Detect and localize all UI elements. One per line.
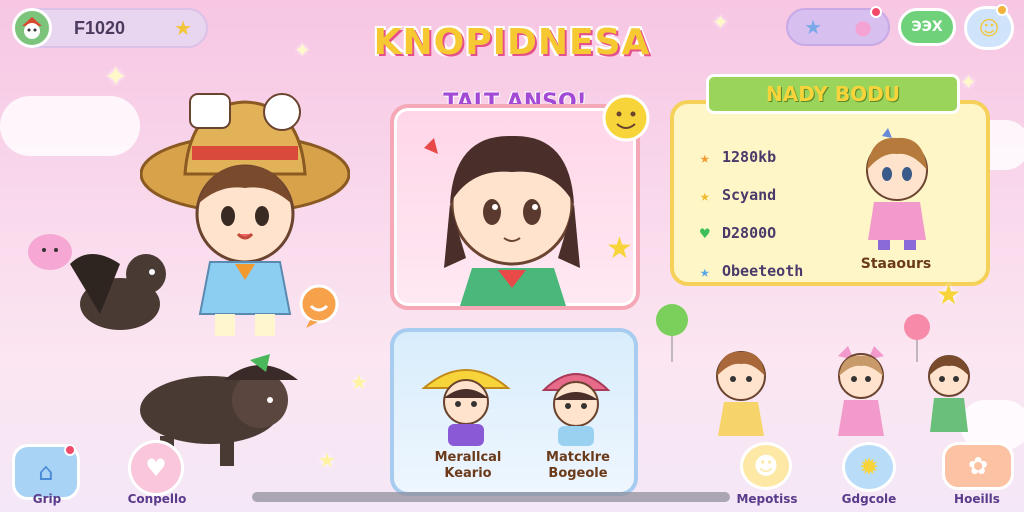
home-icon: ⌂ [38, 458, 54, 486]
bag-icon: ♥ [145, 454, 167, 482]
emoji-balloon-icon [600, 94, 652, 154]
outfit-option-2[interactable] [530, 350, 622, 446]
stat-row: ★ Scyand [700, 176, 803, 214]
side-character-2[interactable] [826, 346, 896, 442]
stat-value: Scyand [722, 186, 777, 204]
star-icon: ★ [700, 185, 710, 205]
bottom-nav-label: Mepotiss [736, 492, 798, 506]
pink-pet[interactable] [26, 230, 74, 272]
bottom-nav-gdgcole[interactable]: ✹ [842, 442, 896, 492]
bottom-nav-label: Grip [32, 492, 62, 506]
notification-badge [64, 444, 76, 456]
outfit-option-1-label: Merallcal Keario [418, 450, 518, 482]
flower-icon: ✿ [967, 452, 989, 480]
leaf-icon: ♥ [700, 223, 710, 243]
sparkle-icon: ✦ [712, 10, 729, 34]
player-currency-bar: F1020 ★ [12, 8, 208, 48]
bottom-nav-mepotiss[interactable]: ☻ [740, 442, 792, 490]
outfit-option-1[interactable] [420, 350, 512, 446]
stat-row: ★ Obeeteoth [700, 252, 803, 290]
game-title: KNOPIDNESA [373, 22, 651, 63]
stat-row: ★ 1280kb [700, 138, 803, 176]
bottom-nav-label: Conpello [127, 492, 187, 506]
coin-count: F1020 [74, 17, 126, 38]
green-action-button[interactable]: ЭЭX [898, 8, 956, 46]
notification-badge [996, 4, 1008, 16]
stat-value: Obeeteoth [722, 262, 804, 280]
black-horse-pet[interactable] [60, 244, 170, 344]
stat-value: 1280kb [722, 148, 777, 166]
outfit-option-2-label: Matcklre Bogeole [528, 450, 628, 482]
option-line2: Bogeole [548, 466, 608, 481]
star-icon: ★ [700, 261, 710, 281]
side-character-1[interactable] [706, 346, 776, 446]
svg-text:★: ★ [606, 231, 633, 266]
sparkle-icon: ★ [350, 370, 368, 394]
star-decoration-icon: ★ [936, 278, 962, 311]
sparkle-icon: ✦ [104, 60, 128, 93]
option-line1: Merallcal [434, 450, 502, 465]
option-line1: Matcklre [546, 450, 610, 465]
pet-button-icon[interactable]: ● [854, 15, 871, 39]
sparkle-icon: ✦ [294, 38, 311, 62]
chat-bubble-icon[interactable] [296, 284, 342, 328]
bottom-nav-label: Hoeills [954, 492, 1000, 506]
hat-avatar-icon [22, 17, 42, 39]
sparkle-icon: ★ [318, 448, 336, 472]
star-icon: ★ [700, 147, 710, 167]
cloud-decoration [0, 96, 140, 156]
option-line2: Keario [444, 466, 492, 481]
player-avatar[interactable] [12, 8, 52, 48]
stat-list: ★ 1280kb ★ Scyand ♥ D2800O ★ Obeeteoth [700, 138, 803, 290]
notification-badge [870, 6, 882, 18]
sun-icon: ✹ [858, 453, 880, 481]
side-character-3[interactable] [918, 346, 980, 442]
sparkle-icon: ✦ [960, 70, 977, 94]
stat-row: ♥ D2800O [700, 214, 803, 252]
panel-character-label: Staaours [860, 256, 932, 272]
bottom-nav-hoeills[interactable]: ✿ [942, 442, 1014, 490]
cat-icon: ☻ [753, 452, 779, 480]
info-panel-ribbon: NADY BODU [706, 74, 960, 114]
star-currency-icon: ★ [174, 16, 192, 40]
bottom-nav-label: Gdgcole [841, 492, 897, 506]
smiley-icon: ☺ [978, 16, 1000, 40]
panel-character[interactable] [852, 128, 942, 252]
balloon-decoration [652, 302, 692, 362]
stat-value: D2800O [722, 224, 777, 242]
star-button-icon[interactable]: ★ [804, 15, 822, 39]
bottom-nav-conpello[interactable]: ♥ [128, 440, 184, 496]
horizontal-scrollbar[interactable] [252, 492, 730, 502]
